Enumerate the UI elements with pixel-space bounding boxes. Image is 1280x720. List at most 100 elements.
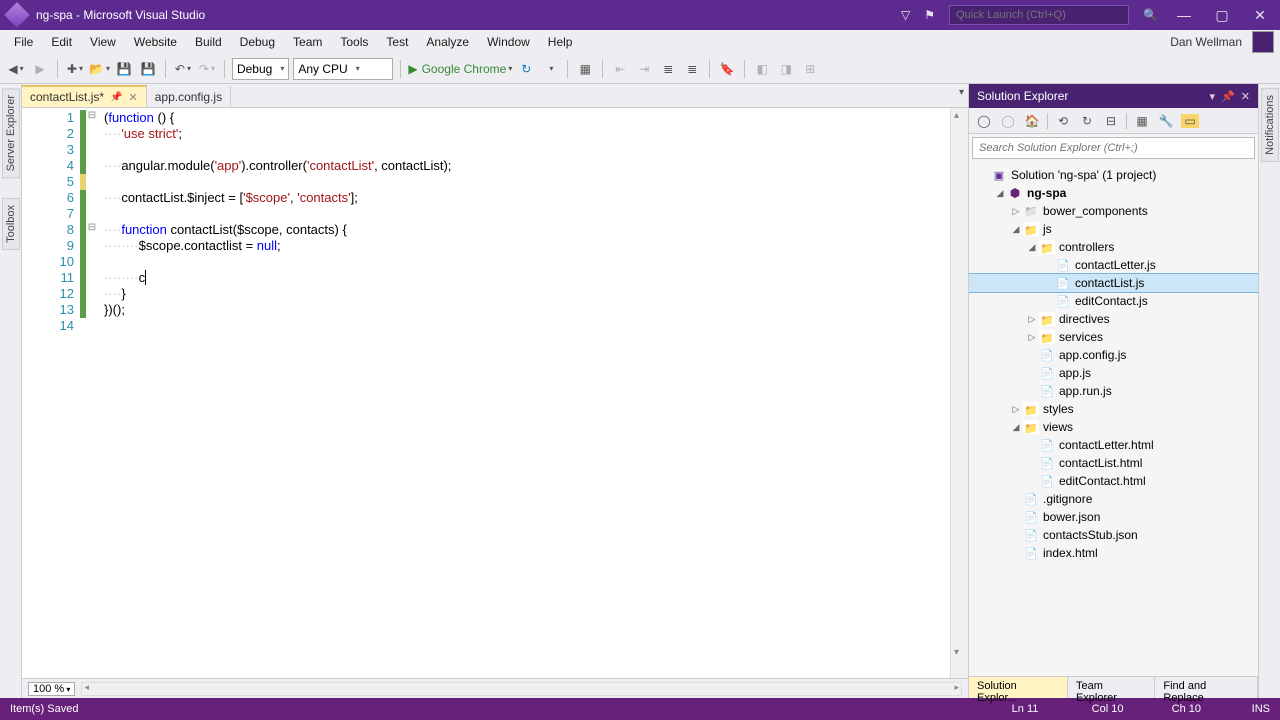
close-button[interactable]: ✕ [1248,7,1272,24]
zoom-combo[interactable]: 100 % [28,682,75,696]
bottom-tab-solution[interactable]: Solution Explor... [969,677,1068,698]
menu-tools[interactable]: Tools [332,32,376,52]
controllers-folder[interactable]: ◢controllers [969,238,1258,256]
tool-icon-5[interactable]: ≣ [682,58,702,80]
file-contactletter-js[interactable]: contactLetter.js [969,256,1258,274]
forward-button[interactable]: ▶ [30,58,50,80]
minimize-button[interactable]: — [1172,7,1196,23]
services-folder[interactable]: ▷services [969,328,1258,346]
pin-icon[interactable]: 📌 [110,92,122,103]
file-editcontact-js[interactable]: editContact.js [969,292,1258,310]
file-bowerjson[interactable]: bower.json [969,508,1258,526]
bookmark-icon[interactable]: 🔖 [717,58,737,80]
file-editcontact-html[interactable]: editContact.html [969,472,1258,490]
pane-pin-icon[interactable]: 📌 [1221,90,1235,103]
config-combo[interactable]: Debug [232,58,289,80]
solution-node[interactable]: Solution 'ng-spa' (1 project) [969,166,1258,184]
views-folder[interactable]: ◢views [969,418,1258,436]
bower-folder[interactable]: ▷bower_components [969,202,1258,220]
save-all-button[interactable]: 💾 [138,58,158,80]
pane-dropdown-icon[interactable]: ▾ [1210,90,1216,103]
menu-file[interactable]: File [6,32,41,52]
file-contactlist-js[interactable]: contactList.js [969,274,1258,292]
server-explorer-tab[interactable]: Server Explorer [2,88,20,178]
file-contactlist-html[interactable]: contactList.html [969,454,1258,472]
tab-overflow-icon[interactable]: ▾ [959,87,964,98]
file-appconfig[interactable]: app.config.js [969,346,1258,364]
menu-team[interactable]: Team [285,32,330,52]
se-refresh-icon[interactable]: ↻ [1078,114,1096,128]
se-preview-icon[interactable]: ▭ [1181,114,1199,128]
se-forward-icon[interactable]: ◯ [999,114,1017,128]
se-showall-icon[interactable]: ▦ [1133,114,1151,128]
vertical-scrollbar[interactable] [950,108,968,678]
se-properties-icon[interactable]: 🔧 [1157,114,1175,128]
notifications-tab[interactable]: Notifications [1261,88,1279,162]
file-apprun[interactable]: app.run.js [969,382,1258,400]
browser-link-button[interactable]: ↻ [516,58,536,80]
tool-icon-3[interactable]: ⇥ [634,58,654,80]
user-name[interactable]: Dan Wellman [1170,35,1250,49]
left-sidebar: Server Explorer Toolbox [0,84,22,698]
tool-icon-8[interactable]: ⊞ [800,58,820,80]
se-collapse-icon[interactable]: ⊟ [1102,114,1120,128]
undo-button[interactable]: ↶ [173,58,193,80]
open-file-button[interactable]: 📂 [89,58,110,80]
user-avatar[interactable] [1252,31,1274,53]
browser-link-drop[interactable] [540,58,560,80]
menu-website[interactable]: Website [126,32,185,52]
tool-icon-7[interactable]: ◨ [776,58,796,80]
tool-icon-1[interactable]: ▦ [575,58,595,80]
solution-search-input[interactable] [972,137,1255,159]
code-editor[interactable]: 1234567891011121314 ⊟⊟ (function () {···… [22,108,968,678]
redo-button[interactable]: ↷ [197,58,217,80]
file-gitignore[interactable]: .gitignore [969,490,1258,508]
tab-contactlist-js[interactable]: contactList.js* 📌 ✕ [22,85,147,107]
tool-icon-4[interactable]: ≣ [658,58,678,80]
file-contactsstub[interactable]: contactsStub.json [969,526,1258,544]
file-index[interactable]: index.html [969,544,1258,562]
right-sidebar: Notifications [1258,84,1280,698]
menu-build[interactable]: Build [187,32,230,52]
menu-help[interactable]: Help [540,32,581,52]
file-appjs[interactable]: app.js [969,364,1258,382]
quick-launch-search-icon[interactable]: 🔍 [1143,8,1158,22]
pane-close-icon[interactable]: ✕ [1241,90,1250,103]
save-button[interactable]: 💾 [114,58,134,80]
title-bar: ng-spa - Microsoft Visual Studio ▽ ⚑ 🔍 —… [0,0,1280,30]
menu-edit[interactable]: Edit [43,32,80,52]
quick-launch-input[interactable] [949,5,1129,25]
back-button[interactable]: ◀ [6,58,26,80]
project-node[interactable]: ◢ng-spa [969,184,1258,202]
tab-appconfig-js[interactable]: app.config.js [147,85,231,107]
horizontal-scrollbar[interactable] [81,682,962,696]
fold-margin[interactable]: ⊟⊟ [86,108,98,678]
flag-icon[interactable]: ⚑ [924,8,935,22]
code-content[interactable]: (function () {····'use strict'; ····angu… [98,108,950,678]
solution-tree[interactable]: Solution 'ng-spa' (1 project) ◢ng-spa ▷b… [969,162,1258,676]
se-home-icon[interactable]: 🏠 [1023,114,1041,128]
tool-icon-2[interactable]: ⇤ [610,58,630,80]
new-item-button[interactable]: ✚ [65,58,85,80]
maximize-button[interactable]: ▢ [1210,7,1234,24]
styles-folder[interactable]: ▷styles [969,400,1258,418]
toolbox-tab[interactable]: Toolbox [2,198,20,250]
filter-icon[interactable]: ▽ [901,8,910,22]
start-debug-button[interactable]: Google Chrome [408,58,512,80]
menu-window[interactable]: Window [479,32,538,52]
menu-test[interactable]: Test [378,32,416,52]
bottom-tab-team[interactable]: Team Explorer [1068,677,1155,698]
platform-combo[interactable]: Any CPU [293,58,393,80]
bottom-tab-find[interactable]: Find and Replace [1155,677,1258,698]
se-back-icon[interactable]: ◯ [975,114,993,128]
close-tab-icon[interactable]: ✕ [129,91,138,104]
menu-bar: File Edit View Website Build Debug Team … [0,30,1280,54]
js-folder[interactable]: ◢js [969,220,1258,238]
menu-analyze[interactable]: Analyze [418,32,477,52]
menu-view[interactable]: View [82,32,124,52]
menu-debug[interactable]: Debug [232,32,283,52]
tool-icon-6[interactable]: ◧ [752,58,772,80]
directives-folder[interactable]: ▷directives [969,310,1258,328]
se-sync-icon[interactable]: ⟲ [1054,114,1072,128]
file-contactletter-html[interactable]: contactLetter.html [969,436,1258,454]
